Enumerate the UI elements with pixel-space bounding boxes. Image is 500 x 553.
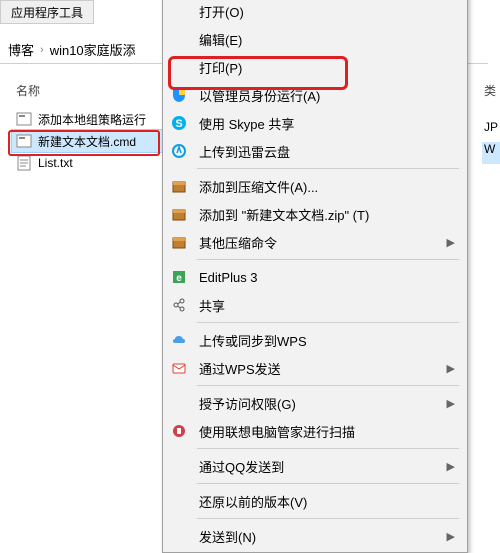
- cloud-upload-icon: [169, 330, 189, 350]
- file-name: 新建文本文档.cmd: [38, 133, 136, 150]
- cmd-file-icon: [16, 111, 32, 127]
- blank-icon: [169, 393, 189, 413]
- breadcrumb-part[interactable]: win10家庭版添: [50, 40, 136, 59]
- xunlei-icon: [169, 141, 189, 161]
- menu-item-wps-send[interactable]: 通过WPS发送 ▶: [163, 354, 467, 382]
- menu-item-skype-share[interactable]: S 使用 Skype 共享: [163, 109, 467, 137]
- text-file-icon: [16, 155, 32, 171]
- submenu-arrow-icon: ▶: [447, 362, 459, 375]
- context-menu: 打开(O) 编辑(E) 打印(P) 以管理员身份运行(A) S 使用 Skype…: [162, 0, 468, 553]
- lenovo-icon: [169, 421, 189, 441]
- type-cell: JP: [482, 120, 500, 142]
- list-item[interactable]: List.txt: [12, 152, 162, 174]
- list-item[interactable]: 添加本地组策略运行: [12, 108, 162, 130]
- menu-item-add-to-named-zip[interactable]: 添加到 "新建文本文档.zip" (T): [163, 200, 467, 228]
- column-header-name[interactable]: 名称: [16, 82, 40, 99]
- menu-separator: [197, 385, 459, 386]
- breadcrumb-part[interactable]: 博客: [8, 40, 34, 59]
- menu-item-wps-upload[interactable]: 上传或同步到WPS: [163, 326, 467, 354]
- right-column-strip: JP W: [482, 120, 500, 164]
- type-cell: W: [482, 142, 500, 164]
- editplus-icon: e: [169, 267, 189, 287]
- menu-item-lenovo-scan[interactable]: 使用联想电脑管家进行扫描: [163, 417, 467, 445]
- submenu-arrow-icon: ▶: [447, 236, 459, 249]
- menu-item-qq-send[interactable]: 通过QQ发送到 ▶: [163, 452, 467, 480]
- ribbon-tab-app-tools[interactable]: 应用程序工具: [0, 0, 94, 24]
- menu-separator: [197, 483, 459, 484]
- blank-icon: [169, 1, 189, 21]
- share-icon: [169, 295, 189, 315]
- menu-item-add-to-archive[interactable]: 添加到压缩文件(A)...: [163, 172, 467, 200]
- menu-item-run-as-admin[interactable]: 以管理员身份运行(A): [163, 81, 467, 109]
- menu-item-edit[interactable]: 编辑(E): [163, 25, 467, 53]
- menu-item-print[interactable]: 打印(P): [163, 53, 467, 81]
- ribbon-tab-label: 应用程序工具: [11, 6, 83, 20]
- archive-icon: [169, 176, 189, 196]
- blank-icon: [169, 526, 189, 546]
- menu-item-open[interactable]: 打开(O): [163, 0, 467, 25]
- menu-item-other-archive[interactable]: 其他压缩命令 ▶: [163, 228, 467, 256]
- menu-item-share[interactable]: 共享: [163, 291, 467, 319]
- svg-text:S: S: [175, 118, 182, 130]
- svg-text:e: e: [176, 273, 182, 284]
- menu-separator: [197, 168, 459, 169]
- menu-item-restore-versions[interactable]: 还原以前的版本(V): [163, 487, 467, 515]
- submenu-arrow-icon: ▶: [447, 530, 459, 543]
- archive-icon: [169, 204, 189, 224]
- archive-icon: [169, 232, 189, 252]
- menu-separator: [197, 322, 459, 323]
- menu-separator: [197, 259, 459, 260]
- menu-item-xunlei-upload[interactable]: 上传到迅雷云盘: [163, 137, 467, 165]
- chevron-right-icon: ›: [40, 44, 44, 56]
- menu-item-send-to[interactable]: 发送到(N) ▶: [163, 522, 467, 550]
- file-name: 添加本地组策略运行: [38, 111, 146, 128]
- blank-icon: [169, 57, 189, 77]
- blank-icon: [169, 29, 189, 49]
- list-item[interactable]: 新建文本文档.cmd: [12, 130, 162, 152]
- skype-icon: S: [169, 113, 189, 133]
- column-header-type[interactable]: 类: [484, 82, 498, 99]
- wps-send-icon: [169, 358, 189, 378]
- submenu-arrow-icon: ▶: [447, 460, 459, 473]
- submenu-arrow-icon: ▶: [447, 397, 459, 410]
- menu-separator: [197, 448, 459, 449]
- blank-icon: [169, 491, 189, 511]
- menu-item-grant-access[interactable]: 授予访问权限(G) ▶: [163, 389, 467, 417]
- menu-item-editplus[interactable]: e EditPlus 3: [163, 263, 467, 291]
- shield-icon: [169, 85, 189, 105]
- cmd-file-icon: [16, 133, 32, 149]
- blank-icon: [169, 456, 189, 476]
- menu-separator: [197, 518, 459, 519]
- file-name: List.txt: [38, 156, 73, 170]
- file-list: 添加本地组策略运行 新建文本文档.cmd List.txt: [12, 108, 162, 174]
